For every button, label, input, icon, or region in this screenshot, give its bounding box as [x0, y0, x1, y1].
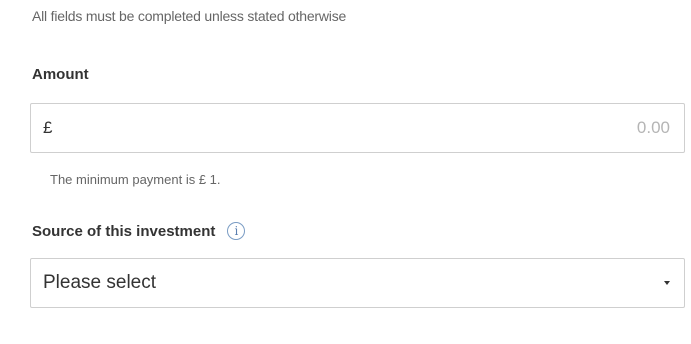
- amount-input-wrapper[interactable]: £: [30, 103, 685, 153]
- source-select-value: Please select: [43, 272, 157, 293]
- amount-input[interactable]: [71, 112, 670, 144]
- caret-down-icon: [664, 281, 670, 285]
- currency-symbol: £: [43, 118, 53, 137]
- amount-label: Amount: [32, 66, 89, 83]
- source-label: Source of this investment: [32, 222, 216, 240]
- source-label-row: Source of this investment i: [32, 222, 246, 240]
- minimum-payment-hint: The minimum payment is £ 1.: [50, 172, 221, 187]
- source-select[interactable]: Please select: [30, 258, 685, 308]
- required-fields-notice: All fields must be completed unless stat…: [32, 8, 347, 24]
- info-icon[interactable]: i: [227, 222, 246, 240]
